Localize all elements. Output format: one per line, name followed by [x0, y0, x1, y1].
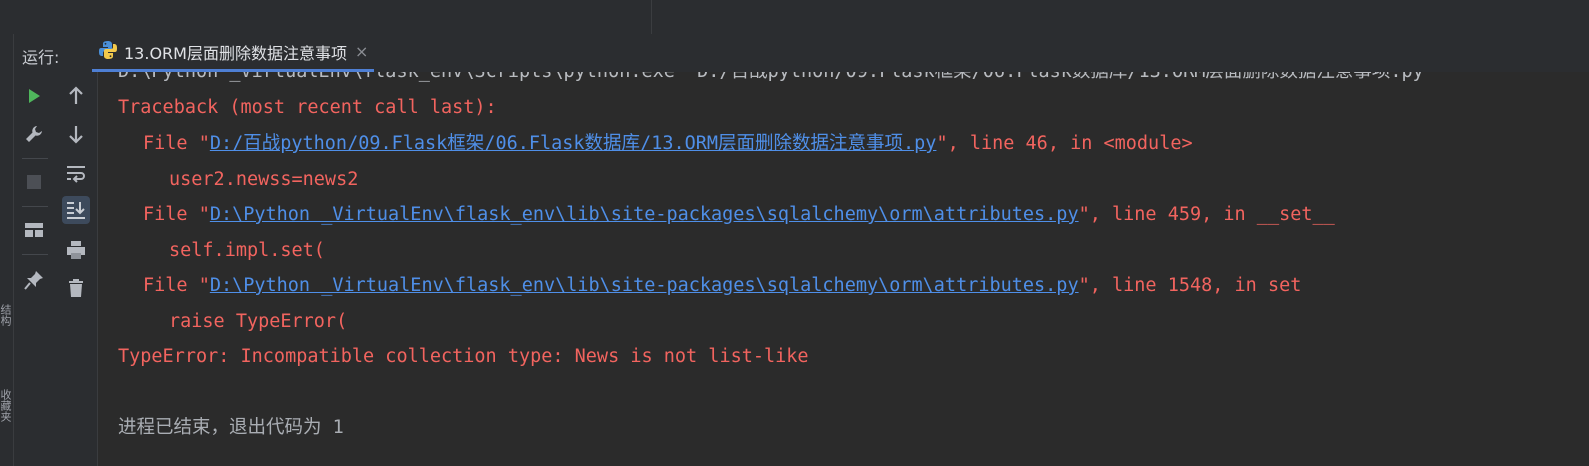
traceback-frame: File "D:/百战python/09.Flask框架/06.Flask数据库… [118, 132, 1193, 156]
left-tool-strip: 结构 收藏夹 [0, 34, 14, 466]
frame-code: user2.newss=news2 [169, 169, 359, 190]
frame-prefix: File " [143, 275, 210, 296]
wrench-icon[interactable] [20, 120, 48, 148]
console-output[interactable]: D:\Python _VirtualEnv\flask_env\Scripts\… [98, 72, 1589, 466]
down-arrow-icon[interactable] [62, 120, 90, 148]
exit-message: 进程已结束，退出代码为 1 [118, 417, 344, 438]
editor-split-divider [651, 0, 652, 34]
soft-wrap-icon[interactable] [62, 160, 90, 188]
frame-prefix: File " [143, 133, 210, 154]
editor-top-strip [0, 0, 1589, 34]
frame-suffix: ", line 1548, in set [1078, 275, 1302, 296]
toolbar-separator [22, 158, 48, 159]
favorites-tool-label[interactable]: 收藏夹 [0, 389, 13, 422]
frame-file-link[interactable]: D:/百战python/09.Flask框架/06.Flask数据库/13.OR… [210, 133, 937, 154]
frame-file-link[interactable]: D:\Python _VirtualEnv\flask_env\lib\site… [210, 204, 1079, 225]
toolbar-separator [22, 206, 48, 207]
error-message: TypeError: Incompatible collection type:… [118, 346, 809, 367]
print-icon[interactable] [62, 236, 90, 264]
frame-code: self.impl.set( [169, 240, 325, 261]
structure-tool-label[interactable]: 结构 [0, 304, 13, 326]
command-line: D:\Python _VirtualEnv\flask_env\Scripts\… [118, 72, 1435, 84]
trash-icon[interactable] [62, 274, 90, 302]
pin-icon[interactable] [20, 266, 48, 294]
run-tab[interactable]: 13.ORM层面删除数据注意事项 × [92, 34, 375, 72]
run-toolbar-secondary [57, 72, 98, 466]
layout-icon[interactable] [20, 216, 48, 244]
python-file-icon [98, 40, 118, 64]
up-arrow-icon[interactable] [62, 82, 90, 110]
frame-suffix: ", line 46, in <module> [936, 133, 1193, 154]
frame-code: raise TypeError( [169, 311, 348, 332]
run-toolbar-primary [14, 72, 57, 466]
frame-prefix: File " [143, 204, 210, 225]
traceback-frame: File "D:\Python _VirtualEnv\flask_env\li… [118, 274, 1301, 298]
run-tab-title: 13.ORM层面删除数据注意事项 [124, 43, 347, 63]
run-icon[interactable] [20, 82, 48, 110]
traceback-frame: File "D:\Python _VirtualEnv\flask_env\li… [118, 203, 1335, 227]
frame-suffix: ", line 459, in __set__ [1078, 204, 1335, 225]
run-panel-header: 运行: 13.ORM层面删除数据注意事项 × [14, 34, 1589, 72]
scroll-to-end-icon[interactable] [62, 196, 90, 224]
frame-file-link[interactable]: D:\Python _VirtualEnv\flask_env\lib\site… [210, 275, 1079, 296]
stop-icon[interactable] [20, 168, 48, 196]
toolbar-separator [22, 254, 48, 255]
close-icon[interactable]: × [355, 42, 368, 61]
run-panel-label: 运行: [22, 48, 60, 67]
traceback-header: Traceback (most recent call last): [118, 97, 497, 118]
